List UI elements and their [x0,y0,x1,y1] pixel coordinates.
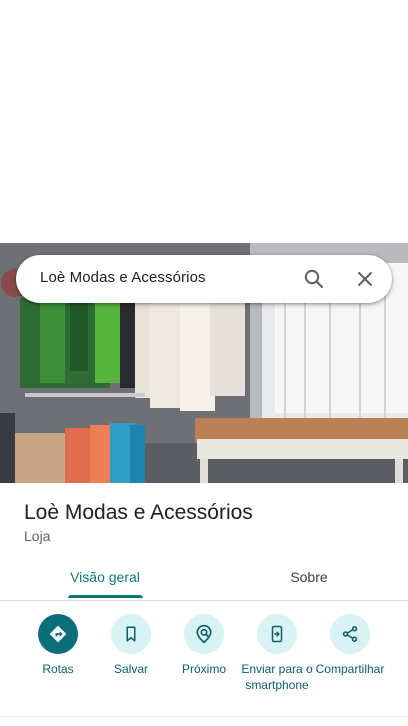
nearby-icon [184,614,224,654]
search-icon[interactable] [302,267,326,291]
send-to-phone-icon [257,614,297,654]
search-query-text[interactable]: Loè Modas e Acessórios [40,269,206,286]
send-to-phone-label: Enviar para o smartphone [241,662,313,692]
close-icon[interactable] [353,267,377,291]
tab-about[interactable]: Sobre [210,555,408,599]
send-to-phone-button[interactable]: Enviar para o smartphone [235,614,319,693]
nearby-button[interactable]: Próximo [162,614,246,677]
share-label: Compartilhar [315,662,385,676]
directions-button[interactable]: Rotas [16,614,100,677]
save-label: Salvar [113,662,148,676]
tab-overview-label: Visão geral [70,569,140,585]
place-title: Loè Modas e Acessórios [24,501,253,524]
search-bar[interactable]: Loè Modas e Acessórios [16,255,392,303]
place-category: Loja [24,528,51,544]
bookmark-icon [111,614,151,654]
directions-label: Rotas [42,662,74,676]
action-row: Rotas Salvar Próximo Enviar para o smart… [0,600,408,717]
directions-icon [38,614,78,654]
share-icon [330,614,370,654]
save-button[interactable]: Salvar [89,614,173,677]
map-blank-area [0,0,408,243]
share-button[interactable]: Compartilhar [308,614,392,677]
tab-bar: Visão geral Sobre [0,555,408,601]
nearby-label: Próximo [181,662,226,676]
tab-overview[interactable]: Visão geral [0,555,210,599]
tab-about-label: Sobre [290,569,328,585]
tab-selected-indicator [68,595,143,598]
